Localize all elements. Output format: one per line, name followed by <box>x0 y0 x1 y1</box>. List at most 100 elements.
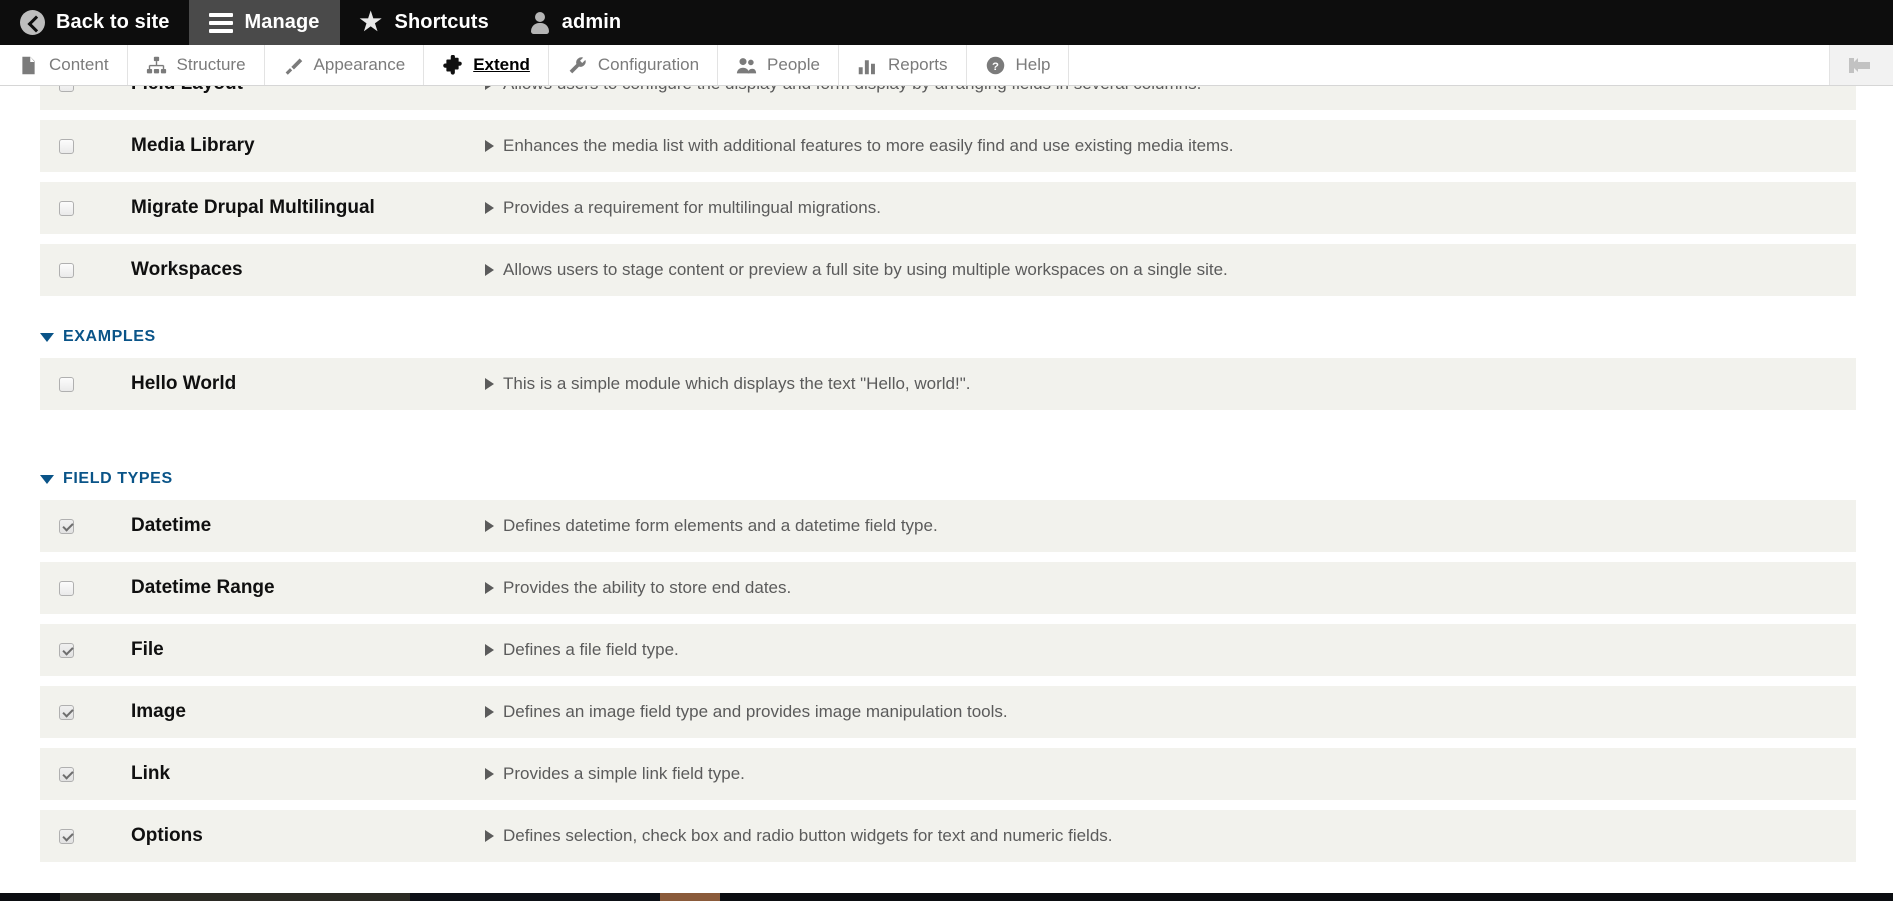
module-row[interactable]: Datetime Range Provides the ability to st… <box>40 562 1856 614</box>
module-row[interactable]: Image Defines an image field type and pro… <box>40 686 1856 738</box>
tray-item-label: Configuration <box>597 55 700 74</box>
tray-item-label: Reports <box>887 55 948 74</box>
module-package-heading[interactable]: FIELD TYPES <box>40 448 1893 500</box>
module-row[interactable]: File Defines a file field type. <box>40 624 1856 676</box>
module-description: Provides the ability to store end dates. <box>503 578 792 597</box>
wrench-icon <box>567 55 588 76</box>
module-description-cell[interactable]: Defines an image field type and provides… <box>472 702 1856 722</box>
module-enable-checkbox[interactable] <box>58 580 74 596</box>
module-row[interactable]: Field Layout Allows users to configure th… <box>40 86 1856 110</box>
tray-item-reports[interactable]: Reports <box>839 45 967 85</box>
module-enable-checkbox[interactable] <box>58 518 74 534</box>
admin-toolbar-tray: Content Structure Appearance Extend Configur… <box>0 45 1893 86</box>
module-package-heading-label: EXAMPLES <box>63 328 156 345</box>
expand-triangle-icon <box>485 378 494 390</box>
module-description: Defines datetime form elements and a dat… <box>503 516 938 535</box>
module-name: Migrate Drupal Multilingual <box>131 197 375 218</box>
module-enable-checkbox[interactable] <box>58 828 74 844</box>
admin-bar-item-admin[interactable]: admin <box>509 0 641 45</box>
module-enable-checkbox[interactable] <box>58 138 74 154</box>
expand-triangle-icon <box>485 830 494 842</box>
admin-bar-item-back-to-site[interactable]: Back to site <box>0 0 189 45</box>
module-description: Provides a simple link field type. <box>503 764 745 783</box>
admin-toolbar-bar: Back to site Manage ★ Shortcuts admin <box>0 0 1893 45</box>
module-enable-cell <box>40 138 92 154</box>
module-row[interactable]: Media Library Enhances the media list wit… <box>40 120 1856 172</box>
people-icon <box>736 55 757 76</box>
module-enable-cell <box>40 704 92 720</box>
module-name: Datetime Range <box>131 577 275 598</box>
module-description-cell[interactable]: This is a simple module which displays t… <box>472 374 1856 394</box>
module-description-cell[interactable]: Allows users to configure the display an… <box>472 86 1856 94</box>
module-description: Defines selection, check box and radio b… <box>503 826 1113 845</box>
module-description-cell[interactable]: Enhances the media list with additional … <box>472 136 1856 156</box>
modules-scroll-region: Field Layout Allows users to configure th… <box>0 86 1893 893</box>
caret-down-icon <box>40 332 54 342</box>
tray-item-label: People <box>767 55 820 74</box>
module-enable-checkbox[interactable] <box>58 642 74 658</box>
tray-item-appearance[interactable]: Appearance <box>265 45 425 85</box>
expand-triangle-icon <box>485 644 494 656</box>
module-description-cell[interactable]: Provides the ability to store end dates. <box>472 578 1856 598</box>
module-row[interactable]: Datetime Defines datetime form elements a… <box>40 500 1856 552</box>
module-row[interactable]: Link Provides a simple link field type. <box>40 748 1856 800</box>
module-row[interactable]: Options Defines selection, check box and … <box>40 810 1856 862</box>
admin-bar-item-label: admin <box>561 11 622 33</box>
module-enable-checkbox[interactable] <box>58 766 74 782</box>
module-enable-cell <box>40 766 92 782</box>
module-description-cell[interactable]: Provides a simple link field type. <box>472 764 1856 784</box>
bar-chart-icon <box>857 55 878 76</box>
module-enable-checkbox[interactable] <box>58 200 74 216</box>
module-enable-cell <box>40 200 92 216</box>
tray-item-structure[interactable]: Structure <box>128 45 265 85</box>
tray-item-extend[interactable]: Extend <box>424 45 549 85</box>
admin-bar-item-shortcuts[interactable]: ★ Shortcuts <box>340 0 509 45</box>
puzzle-icon <box>442 54 463 76</box>
tray-item-label: Appearance <box>313 55 406 74</box>
module-name: Link <box>131 763 171 784</box>
module-row[interactable]: Migrate Drupal Multilingual Provides a re… <box>40 182 1856 234</box>
admin-bar-item-label: Back to site <box>56 11 170 33</box>
tray-item-people[interactable]: People <box>718 45 839 85</box>
module-description-cell[interactable]: Defines datetime form elements and a dat… <box>472 516 1856 536</box>
brush-icon <box>283 55 304 76</box>
module-enable-checkbox[interactable] <box>58 86 74 92</box>
svg-text:?: ? <box>992 60 999 72</box>
module-description-cell[interactable]: Defines a file field type. <box>472 640 1856 660</box>
module-enable-cell <box>40 580 92 596</box>
tray-item-content[interactable]: Content <box>0 45 128 85</box>
tray-item-label: Extend <box>473 55 530 74</box>
module-enable-cell <box>40 262 92 278</box>
module-description-cell[interactable]: Provides a requirement for multilingual … <box>472 198 1856 218</box>
star-icon: ★ <box>359 7 383 36</box>
tray-item-help[interactable]: ? Help <box>967 45 1070 85</box>
module-package-heading[interactable]: EXAMPLES <box>40 306 1893 358</box>
module-description: Allows users to stage content or preview… <box>503 260 1228 279</box>
module-name: Workspaces <box>131 259 243 280</box>
question-icon: ? <box>985 55 1006 76</box>
expand-triangle-icon <box>485 706 494 718</box>
module-enable-checkbox[interactable] <box>58 704 74 720</box>
module-enable-cell <box>40 518 92 534</box>
module-package-heading-label: FIELD TYPES <box>63 470 173 487</box>
module-enable-checkbox[interactable] <box>58 262 74 278</box>
taskbar-segment <box>410 893 660 901</box>
toolbar-orientation-toggle[interactable] <box>1830 45 1893 85</box>
expand-triangle-icon <box>485 140 494 152</box>
module-row[interactable]: Hello World This is a simple module which… <box>40 358 1856 410</box>
module-description: This is a simple module which displays t… <box>503 374 971 393</box>
admin-bar-item-label: Manage <box>244 11 320 33</box>
module-enable-cell <box>40 642 92 658</box>
module-description-cell[interactable]: Allows users to stage content or preview… <box>472 260 1856 280</box>
module-enable-checkbox[interactable] <box>58 376 74 392</box>
module-enable-cell <box>40 376 92 392</box>
module-description-cell[interactable]: Defines selection, check box and radio b… <box>472 826 1856 846</box>
hamburger-icon <box>209 12 234 33</box>
tray-item-configuration[interactable]: Configuration <box>549 45 719 85</box>
expand-triangle-icon <box>485 86 494 90</box>
admin-bar-item-manage[interactable]: Manage <box>189 0 340 45</box>
admin-bar-item-label: Shortcuts <box>394 11 489 33</box>
module-row[interactable]: Workspaces Allows users to stage content … <box>40 244 1856 296</box>
taskbar-segment <box>60 893 410 901</box>
